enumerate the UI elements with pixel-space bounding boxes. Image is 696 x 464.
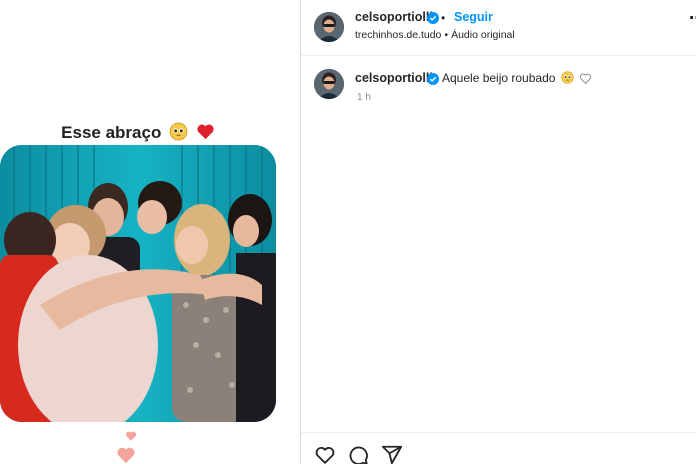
caption-comment: celsoportiolli Aquele beijo roubado 1 h	[301, 56, 696, 116]
comment-icon[interactable]	[347, 444, 369, 464]
video-caption-text: Esse abraço	[61, 123, 162, 142]
avatar[interactable]	[314, 69, 344, 99]
pleading-face-icon	[169, 122, 188, 146]
video-caption: Esse abraço	[0, 122, 276, 146]
video-frame-image	[0, 145, 276, 422]
pleading-face-icon	[561, 71, 574, 84]
post-side-pane: celsoportiolli • Seguir trechinhos.de.tu…	[301, 0, 696, 464]
follow-button[interactable]: Seguir	[454, 10, 493, 24]
more-options-icon[interactable]: ⋯	[689, 8, 696, 28]
avatar[interactable]	[314, 12, 344, 42]
floating-heart-icon	[116, 445, 136, 464]
audio-label-link[interactable]: Áudio original	[451, 29, 515, 41]
media-pane: Esse abraço	[0, 0, 300, 464]
comment-body: Aquele beijo roubado	[442, 71, 556, 85]
share-icon[interactable]	[381, 444, 403, 464]
verified-badge-icon	[427, 73, 439, 85]
red-heart-icon	[196, 122, 215, 146]
post-header: celsoportiolli • Seguir trechinhos.de.tu…	[301, 0, 696, 56]
comment-timestamp: 1 h	[357, 92, 371, 103]
heart-icon[interactable]	[314, 444, 336, 464]
verified-badge-icon	[427, 12, 439, 24]
audio-account-link[interactable]: trechinhos.de.tudo	[355, 29, 441, 41]
audio-attribution: trechinhos.de.tudo • Áudio original	[355, 29, 515, 41]
video-player[interactable]	[0, 145, 276, 422]
author-username[interactable]: celsoportiolli	[355, 10, 433, 24]
actions-divider	[301, 432, 696, 433]
comment-like-heart-icon[interactable]	[579, 72, 592, 85]
comment-username[interactable]: celsoportiolli	[355, 71, 433, 85]
audio-separator: •	[444, 29, 449, 41]
separator-dot: •	[441, 11, 446, 25]
comment-text: Aquele beijo roubado	[442, 71, 574, 85]
